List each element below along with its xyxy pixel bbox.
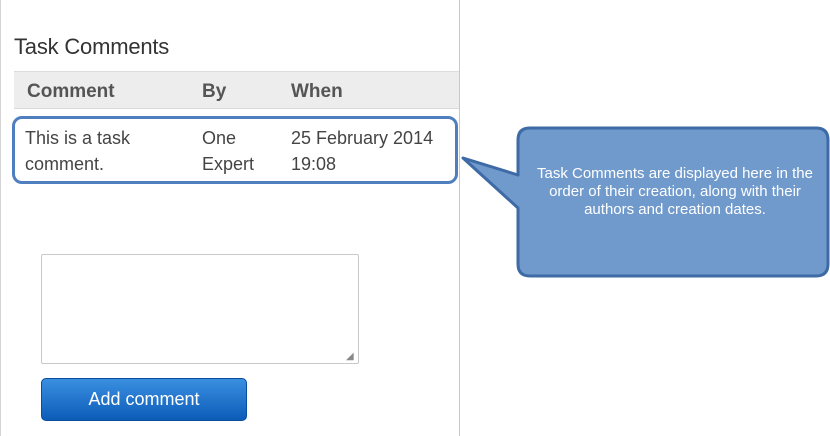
callout-text: Task Comments are displayed here in the … [537,165,813,218]
